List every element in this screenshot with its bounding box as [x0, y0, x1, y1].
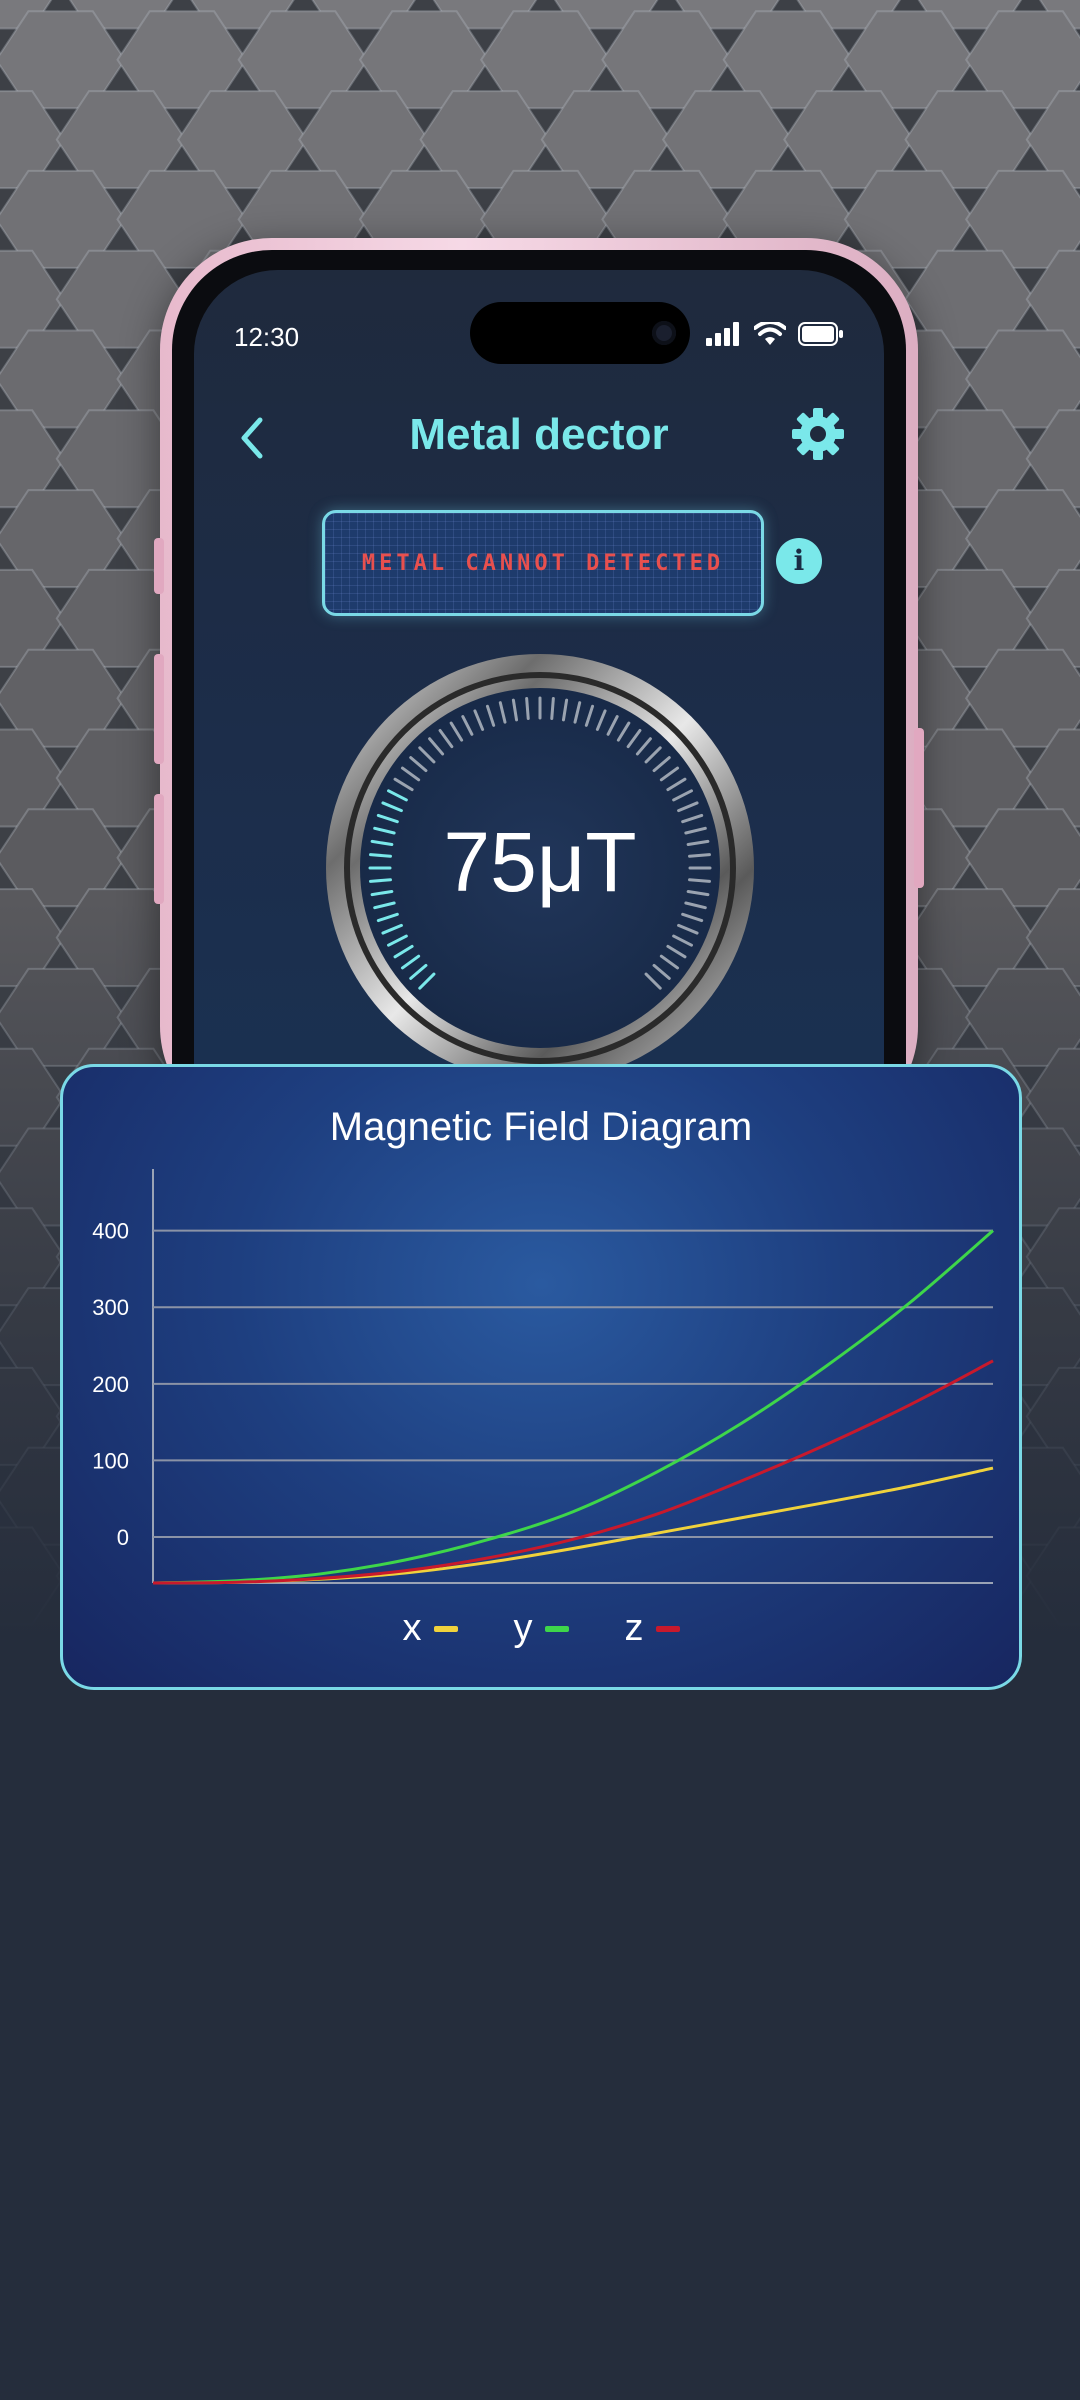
legend-swatch-z — [655, 1625, 680, 1632]
camera-icon — [652, 321, 676, 345]
y-tick-label: 300 — [92, 1295, 129, 1320]
settings-button[interactable] — [790, 406, 846, 462]
gauge-tick — [550, 697, 555, 720]
phone-power-button — [914, 728, 924, 888]
signal-icon — [706, 322, 739, 346]
legend-swatch-x — [433, 1625, 458, 1632]
info-button[interactable]: i — [776, 538, 822, 584]
legend-item-x: x — [403, 1607, 458, 1650]
y-tick-label: 400 — [92, 1219, 129, 1244]
app-screen: 12:30 Metal dector METAL CANNOT DETECTED… — [194, 270, 884, 1138]
chart-title: Magnetic Field Diagram — [329, 1105, 753, 1149]
phone-bezel: 12:30 Metal dector METAL CANNOT DETECTED… — [172, 250, 906, 1138]
magnetic-field-chart-card: 0 100 200 300 400 Magnetic Field Diagram x y… — [60, 1064, 1022, 1690]
detection-status-banner: METAL CANNOT DETECTED — [322, 510, 764, 616]
gear-icon — [792, 408, 844, 460]
chart-legend: x y z — [63, 1607, 1019, 1650]
y-tick-label: 0 — [117, 1525, 129, 1550]
phone-volume-up-button — [154, 654, 164, 764]
battery-icon — [798, 322, 843, 346]
page-title: Metal dector — [409, 410, 669, 459]
legend-item-z: z — [625, 1607, 680, 1650]
dynamic-island — [470, 302, 690, 364]
magnetic-field-chart: 0 100 200 300 400 — [92, 1169, 994, 1585]
status-time: 12:30 — [234, 322, 300, 352]
legend-label-y: y — [513, 1607, 533, 1649]
field-strength-gauge: 75μT — [322, 650, 758, 1086]
legend-label-x: x — [402, 1607, 422, 1649]
y-tick-label: 100 — [92, 1448, 129, 1473]
legend-label-z: z — [624, 1607, 644, 1649]
phone-action-button — [154, 538, 164, 594]
phone-volume-down-button — [154, 794, 164, 904]
status-icons — [706, 322, 844, 346]
series-line-x — [152, 1466, 994, 1585]
field-strength-value: 75μT — [443, 815, 637, 909]
wifi-icon — [754, 322, 786, 345]
legend-item-y: y — [514, 1607, 569, 1650]
gauge-tick — [525, 697, 530, 720]
y-tick-label: 200 — [92, 1372, 129, 1397]
series-line-y — [152, 1229, 994, 1585]
phone-frame: 12:30 Metal dector METAL CANNOT DETECTED… — [154, 238, 924, 1138]
legend-swatch-y — [544, 1625, 569, 1632]
